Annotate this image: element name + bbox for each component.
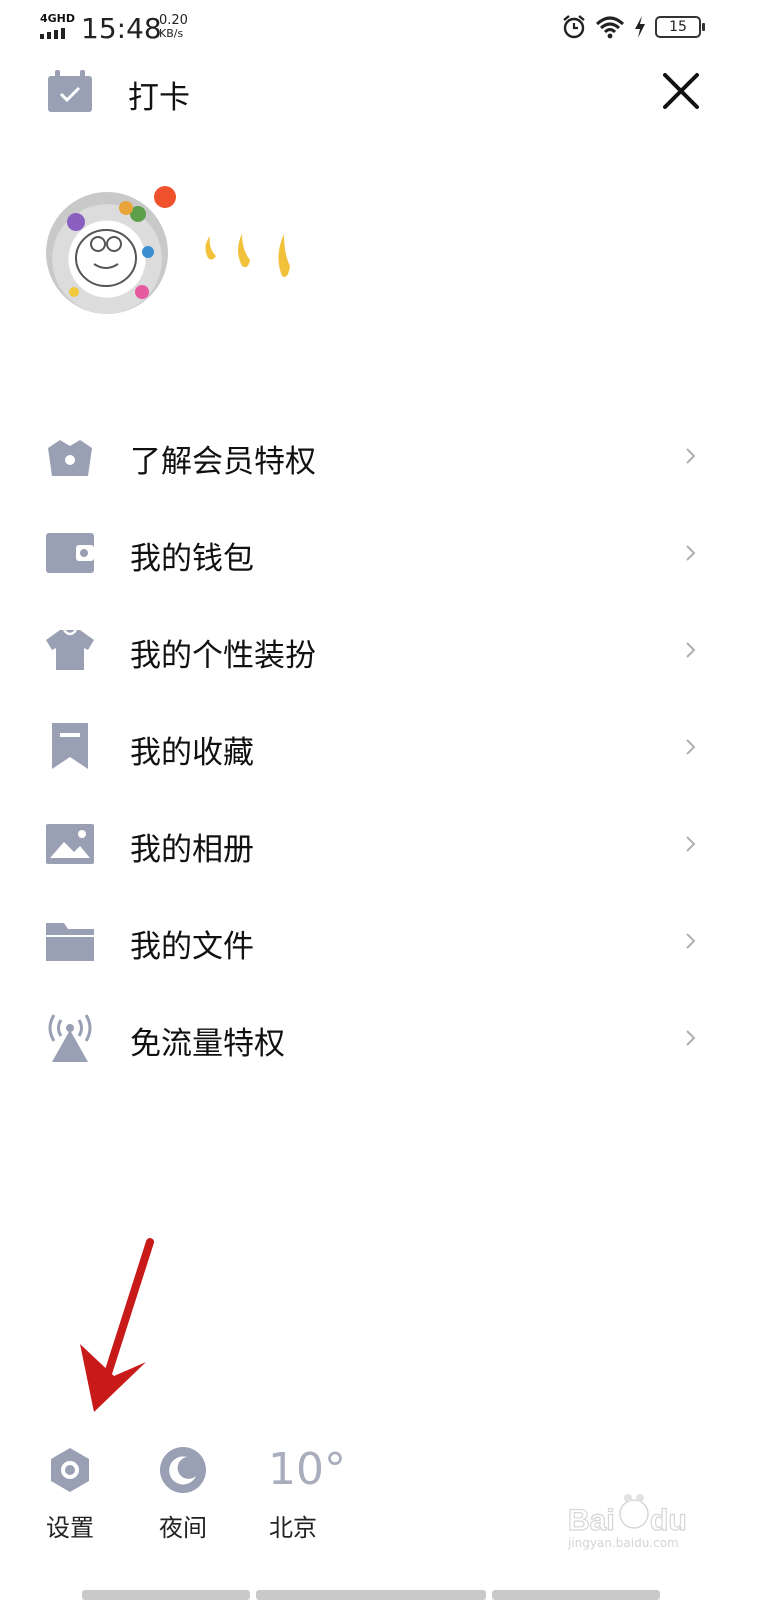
svg-text:Bai: Bai xyxy=(568,1504,615,1537)
annotation-arrow xyxy=(80,1238,154,1412)
avatar-badge xyxy=(154,186,176,208)
night-mode-icon[interactable] xyxy=(159,1446,207,1494)
night-mode-label[interactable]: 夜间 xyxy=(159,1508,207,1543)
nav-indicator-center xyxy=(256,1590,486,1600)
chevron-right-icon xyxy=(686,1030,696,1046)
status-bar: 4GHD 15:48 0.20 KB/s 15 xyxy=(0,0,757,60)
menu-item-label: 免流量特权 xyxy=(130,1026,285,1062)
calendar-check-icon[interactable] xyxy=(46,70,94,114)
menu-item-favorites[interactable]: 我的收藏 xyxy=(0,699,757,796)
chevron-right-icon xyxy=(686,642,696,658)
weather-city[interactable]: 北京 xyxy=(269,1508,317,1543)
nav-indicator-left xyxy=(82,1590,250,1600)
weather-temperature[interactable]: 10° xyxy=(268,1444,346,1495)
watermark-url: jingyan.baidu.com xyxy=(568,1536,679,1550)
chevron-right-icon xyxy=(686,933,696,949)
menu-item-label: 了解会员特权 xyxy=(130,444,316,480)
photo-icon xyxy=(46,824,94,864)
crown-icon xyxy=(48,440,92,476)
menu-list: 了解会员特权 我的钱包 我的个性装扮 我的收藏 我的相册 我的文件 免流量特权 xyxy=(0,408,757,1087)
menu-item-label: 我的钱包 xyxy=(130,541,254,577)
checkin-label[interactable]: 打卡 xyxy=(128,72,190,117)
charging-icon xyxy=(635,16,645,38)
network-type: 4GHD xyxy=(40,12,76,25)
status-time: 15:48 xyxy=(81,12,162,45)
menu-item-album[interactable]: 我的相册 xyxy=(0,796,757,893)
folder-icon xyxy=(46,923,94,961)
signal-tower-icon xyxy=(48,1014,92,1062)
svg-text:du: du xyxy=(650,1504,687,1537)
chevron-right-icon xyxy=(686,836,696,852)
battery-indicator: 15 xyxy=(655,16,705,38)
chevron-right-icon xyxy=(686,545,696,561)
menu-item-free-data[interactable]: 免流量特权 xyxy=(0,990,757,1087)
network-speed: 0.20 KB/s xyxy=(159,14,188,40)
chevron-right-icon xyxy=(686,448,696,464)
wallet-icon xyxy=(46,533,94,573)
menu-item-label: 我的文件 xyxy=(130,929,254,965)
wifi-icon xyxy=(595,16,625,39)
network-speed-value: 0.20 xyxy=(159,13,188,28)
settings-icon[interactable] xyxy=(46,1446,94,1494)
chevron-right-icon xyxy=(686,739,696,755)
menu-item-label: 我的个性装扮 xyxy=(130,638,316,674)
avatar-drawing xyxy=(67,201,154,299)
menu-item-personalization[interactable]: 我的个性装扮 xyxy=(0,602,757,699)
signal-bars-icon xyxy=(40,28,65,39)
network-speed-unit: KB/s xyxy=(159,27,184,40)
menu-item-member-privileges[interactable]: 了解会员特权 xyxy=(0,408,757,505)
menu-item-label: 我的收藏 xyxy=(130,735,254,771)
menu-item-files[interactable]: 我的文件 xyxy=(0,893,757,990)
avatar[interactable] xyxy=(46,192,168,314)
flame-level-icon xyxy=(205,234,290,277)
tshirt-icon xyxy=(46,629,94,670)
alarm-icon xyxy=(563,15,585,39)
close-icon[interactable] xyxy=(660,70,702,112)
menu-item-wallet[interactable]: 我的钱包 xyxy=(0,505,757,602)
settings-label[interactable]: 设置 xyxy=(46,1508,94,1543)
menu-item-label: 我的相册 xyxy=(130,832,254,868)
status-right: 15 xyxy=(561,14,705,40)
bookmark-icon xyxy=(52,723,88,769)
nav-indicator-right xyxy=(492,1590,660,1600)
